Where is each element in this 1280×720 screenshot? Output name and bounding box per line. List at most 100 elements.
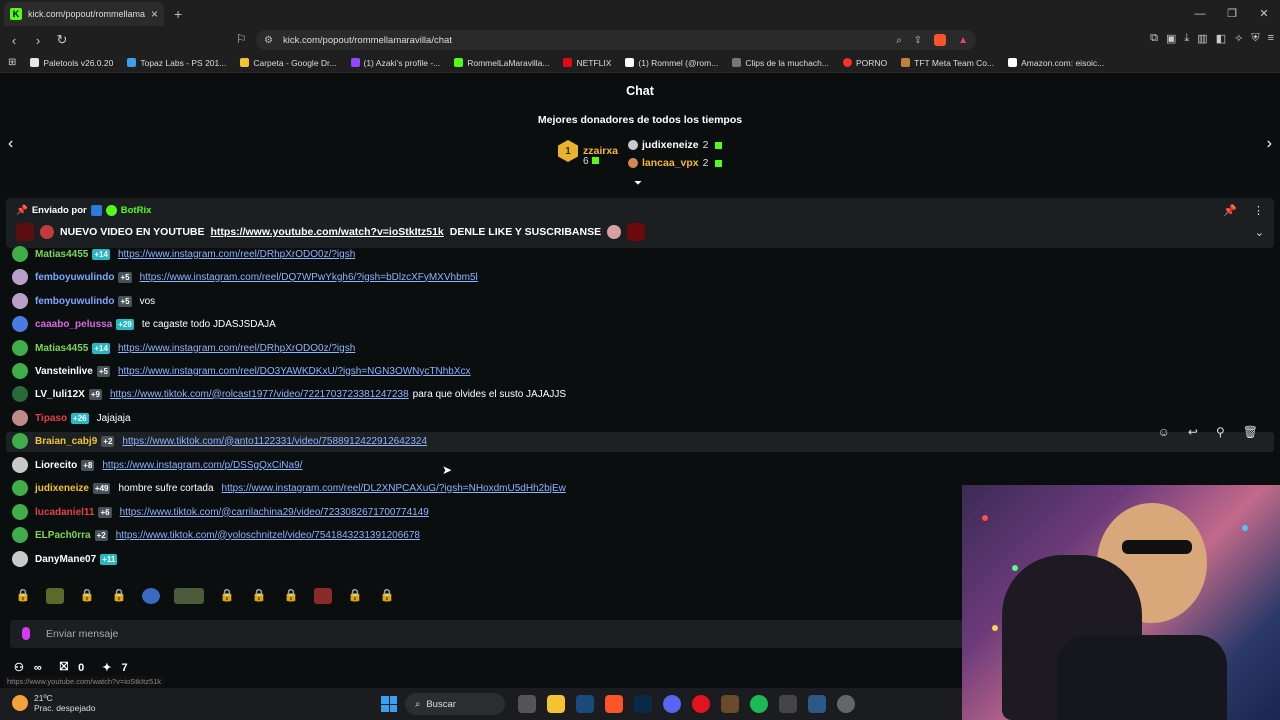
chat-username[interactable]: Liorecito [35, 460, 77, 471]
menu-icon[interactable]: ≡ [1268, 32, 1274, 45]
zoom-icon[interactable]: ⌕ [896, 35, 902, 46]
emote-icon[interactable] [314, 588, 332, 604]
message-link[interactable]: https://www.tiktok.com/@yoloschnitzel/vi… [116, 530, 420, 541]
locked-emote-icon[interactable]: 🔒 [282, 588, 300, 604]
gift-box-icon[interactable]: ⛝ [60, 661, 68, 674]
users-icon[interactable]: ⚇ [14, 661, 24, 674]
reply-icon[interactable]: ↩ [1188, 425, 1198, 439]
bookmark-item[interactable]: Amazon.com: eisoic... [1008, 58, 1104, 68]
chat-username[interactable]: judixeneize [35, 483, 89, 494]
brave-browser-icon[interactable] [605, 695, 623, 713]
pinned-sender[interactable]: BotRix [121, 205, 152, 216]
chat-username[interactable]: Vansteinlive [35, 366, 93, 377]
apps-grid-icon[interactable]: ⊞ [8, 57, 16, 68]
message-link[interactable]: https://www.instagram.com/reel/DQ7WPwYkg… [140, 272, 478, 283]
app-icon[interactable] [721, 695, 739, 713]
third-donor[interactable]: lancaa_vpx 2 [628, 157, 723, 169]
user-avatar[interactable] [12, 527, 28, 543]
user-avatar[interactable] [12, 410, 28, 426]
user-avatar[interactable] [12, 480, 28, 496]
task-view-icon[interactable] [518, 695, 536, 713]
taskbar-search[interactable]: ⌕ Buscar [405, 693, 505, 715]
pinned-link[interactable]: https://www.youtube.com/watch?v=ioStkItz… [211, 226, 444, 238]
bookmark-item[interactable]: RommelLaMaravilla... [454, 58, 549, 68]
bookmark-item[interactable]: (1) Rommel (@rom... [625, 58, 718, 68]
browser-tab-kick[interactable]: K kick.com/popout/rommellamara × [4, 1, 164, 26]
message-link[interactable]: https://www.tiktok.com/@rolcast1977/vide… [110, 389, 409, 400]
bookmark-item[interactable]: TFT Meta Team Co... [901, 58, 994, 68]
extensions-icon[interactable]: ⧉ [1150, 32, 1158, 45]
locked-emote-icon[interactable]: 🔒 [378, 588, 396, 604]
weather-widget[interactable]: 21ºC Prac. despejado [12, 693, 95, 713]
spotify-icon[interactable] [750, 695, 768, 713]
address-bar[interactable]: ⚙ kick.com/popout/rommellamaravilla/chat… [256, 30, 976, 50]
bookmark-item[interactable]: (1) Azaki's profile -... [350, 58, 440, 68]
opera-icon[interactable] [692, 695, 710, 713]
locked-emote-icon[interactable]: 🔒 [110, 588, 128, 604]
user-avatar[interactable] [12, 246, 28, 262]
maximize-icon[interactable]: ❐ [1216, 0, 1248, 27]
file-explorer-icon[interactable] [547, 695, 565, 713]
app-icon[interactable] [837, 695, 855, 713]
bookmark-item[interactable]: NETFLIX [563, 58, 611, 68]
chevron-down-icon[interactable]: ⌄ [1255, 226, 1264, 239]
brave-shields-icon[interactable] [934, 34, 947, 46]
second-donor[interactable]: judixeneize 2 [628, 139, 723, 151]
chat-username[interactable]: LV_luli12X [35, 389, 85, 400]
brave-rewards-icon[interactable]: ▲ [958, 35, 968, 46]
chevron-left-icon[interactable]: ‹ [8, 135, 13, 153]
emote-icon[interactable] [174, 588, 204, 604]
photoshop-icon[interactable] [634, 695, 652, 713]
chat-username[interactable]: ELPach0rra [35, 530, 91, 541]
message-link[interactable]: https://www.tiktok.com/@anto1122331/vide… [122, 436, 427, 447]
bookmark-item[interactable]: Paletools v26.0.20 [30, 58, 113, 68]
chat-username[interactable]: DanyMane07 [35, 554, 96, 565]
valorant-icon[interactable] [779, 695, 797, 713]
microphone-icon[interactable] [22, 627, 30, 640]
message-link[interactable]: https://www.instagram.com/reel/DRhpXrODO… [118, 249, 355, 260]
chat-username[interactable]: Matias4455 [35, 249, 88, 260]
locked-emote-icon[interactable]: 🔒 [346, 588, 364, 604]
bookmark-item[interactable]: Clips de la muchach... [732, 58, 829, 68]
leo-icon[interactable]: ✧ [1234, 32, 1243, 45]
user-avatar[interactable] [12, 433, 28, 449]
user-avatar[interactable] [12, 316, 28, 332]
message-link[interactable]: https://www.tiktok.com/@carrilachina29/v… [120, 507, 429, 518]
chat-message-input[interactable] [46, 624, 946, 644]
chat-username[interactable]: femboyuwulindo [35, 272, 114, 283]
sidebar-icon[interactable]: ◧ [1216, 32, 1226, 45]
collapse-arrow-icon[interactable]: ⏷ [634, 178, 642, 189]
locked-emote-icon[interactable]: 🔒 [250, 588, 268, 604]
close-tab-icon[interactable]: × [151, 7, 158, 21]
vpn-icon[interactable]: ⛨ [1251, 32, 1259, 45]
emote-icon[interactable] [46, 588, 64, 604]
chat-username[interactable]: femboyuwulindo [35, 296, 114, 307]
points-icon[interactable]: ✦ [102, 661, 111, 674]
user-avatar[interactable] [12, 269, 28, 285]
pin-message-icon[interactable]: ⚲ [1216, 425, 1225, 439]
message-link[interactable]: https://www.instagram.com/p/DSSgQxCiNa9/ [102, 460, 302, 471]
bookmark-item[interactable]: Carpeta - Google Dr... [240, 58, 337, 68]
locked-emote-icon[interactable]: 🔒 [78, 588, 96, 604]
user-avatar[interactable] [12, 551, 28, 567]
top-donor[interactable]: 1 zzairxa 6 [558, 140, 618, 167]
steam-icon[interactable] [808, 695, 826, 713]
chat-username[interactable]: Tipaso [35, 413, 67, 424]
message-link[interactable]: https://www.instagram.com/reel/DRhpXrODO… [118, 343, 355, 354]
unpin-icon[interactable]: 📌 [1223, 204, 1237, 217]
chat-username[interactable]: Matias4455 [35, 343, 88, 354]
user-avatar[interactable] [12, 293, 28, 309]
user-avatar[interactable] [12, 340, 28, 356]
reload-icon[interactable]: ↻ [52, 32, 72, 48]
bookmark-item[interactable]: PORNO [842, 58, 887, 68]
share-icon[interactable]: ⇪ [914, 35, 922, 46]
windows-start-icon[interactable] [381, 696, 397, 712]
emoji-react-icon[interactable]: ☺ [1158, 425, 1170, 439]
delete-icon[interactable]: 🗑 [1243, 425, 1258, 439]
wallet-icon[interactable]: ▣ [1166, 32, 1176, 45]
locked-emote-icon[interactable]: 🔒 [14, 588, 32, 604]
site-info-icon[interactable]: ⚙ [264, 35, 273, 46]
bookmark-page-icon[interactable]: ⚐ [236, 32, 247, 46]
close-window-icon[interactable]: ✕ [1248, 0, 1280, 27]
user-avatar[interactable] [12, 504, 28, 520]
